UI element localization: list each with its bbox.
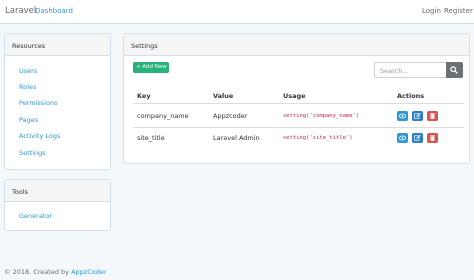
top-navbar: Laravel Dashboard Login Register [0,0,474,24]
sidebar-item-generator[interactable]: Generator [19,212,52,220]
row-2-edit-button[interactable] [412,133,423,143]
row-2-usage: setting('site_title') [283,135,353,141]
row-2-key: site_title [137,134,165,142]
settings-panel: Settings + Add New Search... Key Value U… [123,33,470,164]
column-header-value: Value [213,92,234,100]
row-2-delete-button[interactable] [427,133,438,143]
nav-login-link[interactable]: Login [422,7,441,15]
edit-icon [414,135,421,141]
tools-heading: Tools [5,180,110,202]
search-button[interactable] [446,62,463,78]
table-row-divider [133,127,464,128]
resources-panel: Resources Users Roles Permissions Pages … [4,33,111,170]
eye-icon [399,113,406,119]
row-1-view-button[interactable] [397,111,408,121]
nav-dashboard-link[interactable]: Dashboard [35,7,73,15]
eye-icon [399,135,406,141]
trash-icon [430,113,435,119]
row-1-key: company_name [137,112,189,120]
search-icon [450,66,458,74]
row-1-edit-button[interactable] [412,111,423,121]
footer-link[interactable]: AppzCoder [71,268,106,276]
brand-link[interactable]: Laravel [5,6,36,16]
sidebar-item-permissions[interactable]: Permissions [19,99,57,107]
footer: © 2018. Created by AppzCoder [4,268,107,276]
trash-icon [430,135,435,141]
row-1-delete-button[interactable] [427,111,438,121]
column-header-usage: Usage [283,92,306,100]
resources-heading: Resources [5,34,110,56]
footer-text: © 2018. Created by [4,268,70,276]
search-input[interactable]: Search... [374,62,447,78]
nav-register-link[interactable]: Register [444,7,473,15]
sidebar-item-users[interactable]: Users [19,67,37,75]
row-1-value: Appzcoder [213,112,248,120]
column-header-actions: Actions [397,92,425,100]
sidebar-item-roles[interactable]: Roles [19,83,36,91]
table-divider [133,103,464,104]
add-new-button[interactable]: + Add New [133,62,169,73]
sidebar-item-pages[interactable]: Pages [19,116,38,124]
row-1-usage: setting('company_name') [283,113,360,119]
row-2-view-button[interactable] [397,133,408,143]
tools-panel: Tools Generator [4,179,111,231]
column-header-key: Key [137,92,151,100]
sidebar-item-activity-logs[interactable]: Activity Logs [19,132,60,140]
row-2-value: Laravel Admin [213,134,260,142]
settings-heading: Settings [124,34,469,56]
edit-icon [414,113,421,119]
sidebar-item-settings[interactable]: Settings [19,149,46,157]
